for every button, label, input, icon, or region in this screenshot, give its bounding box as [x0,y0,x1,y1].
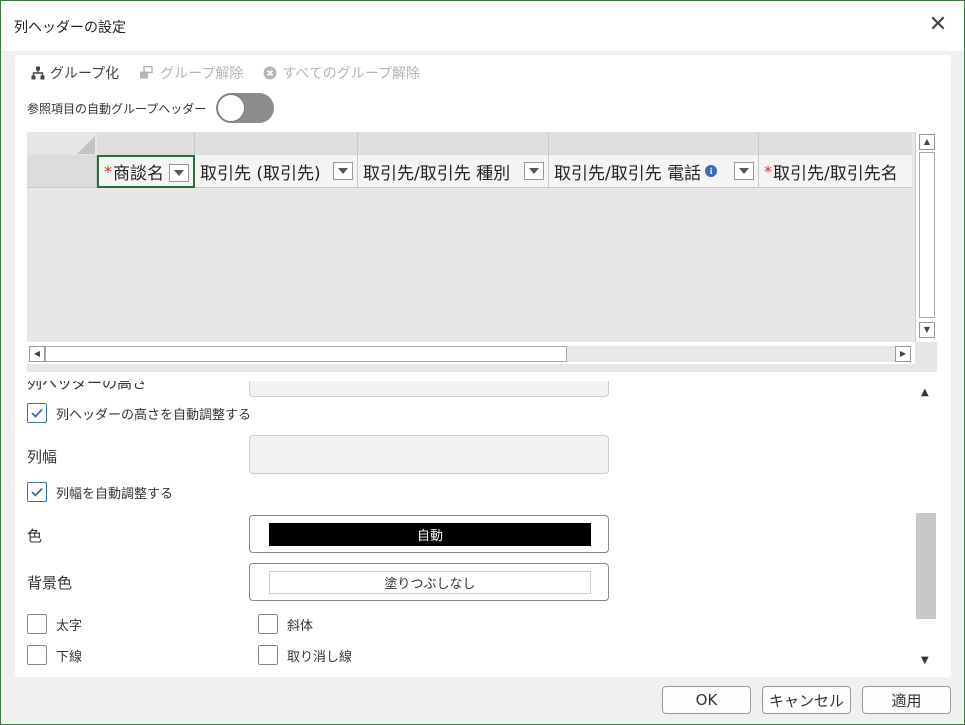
column-header-label: 取引先/取引先名 [773,163,898,184]
underline-checkbox-row[interactable]: 下線 [27,645,82,665]
column-dropdown-button[interactable] [169,164,189,182]
scroll-left-arrow-icon[interactable]: ◀ [29,346,45,362]
italic-checkbox[interactable] [258,614,278,634]
italic-label: 斜体 [287,618,314,634]
scroll-down-arrow-icon[interactable]: ▼ [919,322,935,338]
auto-width-checkbox-row[interactable]: 列幅を自動調整する [27,482,173,502]
color-swatch: 自動 [269,523,591,546]
auto-width-label: 列幅を自動調整する [56,486,174,502]
group-button[interactable]: グループ化 [31,63,119,83]
column-header-label: 取引先/取引先 種別 [363,163,511,184]
strikethrough-label: 取り消し線 [287,649,353,665]
underline-checkbox[interactable] [27,645,47,665]
column-header-account-phone[interactable]: 取引先/取引先 電話 i [549,155,759,188]
group-toolbar: グループ化 グループ解除 すべてのグループ解除 [31,63,440,83]
grid-vertical-scrollbar[interactable]: ▲ ▼ [915,132,937,342]
column-header-label: 商談名 [113,164,164,184]
background-color-picker-button[interactable]: 塗りつぶしなし [249,563,609,601]
column-preview-grid: * 商談名 取引先 (取引先) 取引先/取引先 種別 取引先/取引先 電話 i … [27,132,937,372]
auto-group-toggle[interactable] [216,93,275,123]
group-header-cell-1[interactable] [97,132,195,156]
chevron-down-icon [174,170,184,176]
ungroup-all-label: すべてのグループ解除 [282,66,420,82]
column-header-opportunity-name[interactable]: * 商談名 [97,155,195,188]
group-header-cell-3[interactable] [358,132,549,156]
apply-button[interactable]: 適用 [862,686,951,714]
info-icon[interactable]: i [705,165,718,177]
column-header-account-name[interactable]: * 取引先/取引先名 [759,155,912,188]
scroll-down-arrow-icon[interactable]: ▼ [921,655,929,666]
grid-horizontal-scrollbar[interactable]: ◀ ▶ [27,342,915,364]
group-header-cell-5[interactable] [759,132,912,156]
color-label: 色 [27,527,43,545]
group-header-cell-4[interactable] [549,132,759,156]
title-bar: 列ヘッダーの設定 ✕ [1,1,964,51]
scroll-thumb[interactable] [919,152,935,318]
auto-group-row: 参照項目の自動グループヘッダー [27,93,275,123]
grid-columns: * 商談名 取引先 (取引先) 取引先/取引先 種別 取引先/取引先 電話 i … [27,132,912,372]
column-width-label: 列幅 [27,448,58,466]
auto-height-checkbox-row[interactable]: 列ヘッダーの高さを自動調整する [27,403,251,423]
strikethrough-checkbox-row[interactable]: 取り消し線 [258,645,352,665]
color-picker-button[interactable]: 自動 [249,515,609,553]
chevron-down-icon [739,168,749,174]
scroll-thumb[interactable] [45,346,567,362]
checkmark-icon [31,408,43,418]
underline-label: 下線 [56,649,83,665]
auto-height-label: 列ヘッダーの高さを自動調整する [56,407,252,423]
bold-label: 太字 [56,618,83,634]
dialog-title: 列ヘッダーの設定 [14,20,126,36]
column-width-input[interactable] [249,435,609,474]
hierarchy-icon [31,66,45,80]
scroll-right-arrow-icon[interactable]: ▶ [895,346,911,362]
group-header-cell-2[interactable] [195,132,358,156]
checkmark-icon [31,487,43,497]
column-dropdown-button[interactable] [734,162,754,180]
background-color-label: 背景色 [27,574,73,592]
ungroup-all-button[interactable]: すべてのグループ解除 [263,63,420,83]
chevron-down-icon [338,168,348,174]
scroll-thumb[interactable] [916,513,936,619]
ungroup-button[interactable]: グループ解除 [139,63,243,83]
ungroup-icon [140,66,153,79]
scroll-up-arrow-icon[interactable]: ▲ [921,387,929,398]
column-dropdown-button[interactable] [333,162,353,180]
ok-button[interactable]: OK [662,686,751,714]
grid-corner-top [27,132,97,156]
scroll-up-arrow-icon[interactable]: ▲ [919,134,935,150]
header-height-input[interactable] [249,381,609,397]
bold-checkbox-row[interactable]: 太字 [27,614,82,634]
header-settings-form: 列ヘッダーの高さ 列ヘッダーの高さを自動調整する 列幅 列幅を自動調整する 色 … [15,381,915,677]
background-color-swatch: 塗りつぶしなし [269,571,591,594]
scroll-track [567,346,897,362]
main-panel: グループ化 グループ解除 すべてのグループ解除 参照項目の自動グループヘッダー [15,55,951,677]
auto-group-label: 参照項目の自動グループヘッダー [27,101,207,116]
bold-checkbox[interactable] [27,614,47,634]
grid-corner-bottom [27,155,97,188]
chevron-down-icon [529,168,539,174]
remove-circle-icon [263,66,277,80]
settings-scrollbar[interactable]: ▲ ▼ [915,381,937,673]
column-header-account[interactable]: 取引先 (取引先) [195,155,358,188]
corner-triangle-icon [77,136,95,154]
column-dropdown-button[interactable] [524,162,544,180]
column-header-settings-dialog: 列ヘッダーの設定 ✕ グループ化 グループ解除 すべてのグループ解除 参照項目の… [0,0,965,725]
close-button[interactable]: ✕ [926,13,950,37]
auto-height-checkbox[interactable] [27,403,47,423]
column-header-label: 取引先 (取引先) [200,163,321,184]
cancel-button[interactable]: キャンセル [762,686,851,714]
column-header-label: 取引先/取引先 電話 [554,163,702,184]
required-mark: * [104,162,112,181]
header-height-label: 列ヘッダーの高さ [27,381,148,392]
required-mark: * [764,161,772,181]
column-header-account-type[interactable]: 取引先/取引先 種別 [358,155,549,188]
ungroup-label: グループ解除 [160,66,244,82]
toggle-knob [217,94,246,122]
strikethrough-checkbox[interactable] [258,645,278,665]
italic-checkbox-row[interactable]: 斜体 [258,614,313,634]
auto-width-checkbox[interactable] [27,482,47,502]
group-label: グループ化 [50,66,120,82]
